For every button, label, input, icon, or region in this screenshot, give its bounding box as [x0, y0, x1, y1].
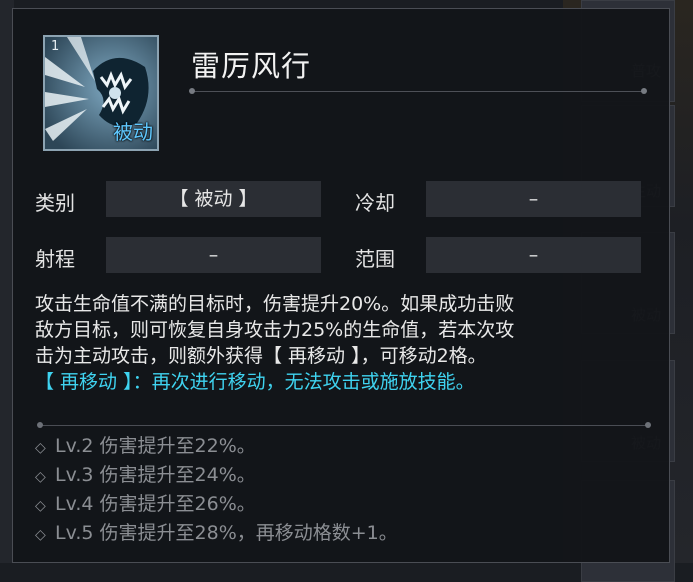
level-upgrade-row: ◇ Lv.3 伤害提升至24%。 — [35, 462, 398, 491]
level-upgrade-text: Lv.5 伤害提升至28%，再移动格数+1。 — [55, 522, 398, 544]
level-upgrade-text: Lv.2 伤害提升至22%。 — [55, 435, 256, 457]
divider-dot — [189, 88, 195, 94]
divider-dot — [645, 422, 651, 428]
title-divider — [191, 91, 646, 92]
level-upgrade-row: ◇ Lv.4 伤害提升至26%。 — [35, 491, 398, 520]
cooldown-value: – — [426, 181, 641, 217]
level-upgrade-text: Lv.4 伤害提升至26%。 — [55, 493, 256, 515]
area-value: – — [426, 237, 641, 273]
level-upgrades: ◇ Lv.2 伤害提升至22%。 ◇ Lv.3 伤害提升至24%。 ◇ Lv.4 伤害… — [35, 433, 398, 549]
section-divider — [41, 425, 649, 426]
skill-icon: 1 被动 — [43, 35, 159, 151]
range-value: – — [106, 237, 321, 273]
category-label: 类别 — [35, 191, 75, 215]
skill-title: 雷厉风行 — [191, 49, 312, 83]
diamond-bullet-icon: ◇ — [35, 527, 46, 543]
divider-dot — [37, 422, 43, 428]
area-label: 范围 — [355, 247, 395, 271]
skill-tooltip-panel: 1 被动 雷厉风行 类别 【 被动 】 冷却 – 射程 – 范围 – 攻击生命值… — [12, 8, 670, 563]
cooldown-label: 冷却 — [355, 191, 395, 215]
passive-tag: 被动 — [113, 120, 153, 144]
skill-description: 攻击生命值不满的目标时，伤害提升20%。如果成功击败 敌方目标，则可恢复自身攻击… — [35, 291, 655, 395]
divider-dot — [641, 88, 647, 94]
description-line: 击为主动攻击，则额外获得【 再移动 】，可移动2格。 — [35, 345, 487, 367]
level-upgrade-text: Lv.3 伤害提升至24%。 — [55, 464, 256, 486]
range-label: 射程 — [35, 247, 75, 271]
description-line: 敌方目标，则可恢复自身攻击力25%的生命值，若本次攻 — [35, 319, 515, 341]
diamond-bullet-icon: ◇ — [35, 498, 46, 514]
level-upgrade-row: ◇ Lv.5 伤害提升至28%，再移动格数+1。 — [35, 520, 398, 549]
icon-level-number: 1 — [51, 39, 60, 54]
category-value: 【 被动 】 — [106, 181, 321, 217]
diamond-bullet-icon: ◇ — [35, 440, 46, 456]
diamond-bullet-icon: ◇ — [35, 469, 46, 485]
keyword-explanation: 【 再移动 】：再次进行移动，无法攻击或施放技能。 — [35, 371, 475, 393]
description-line: 攻击生命值不满的目标时，伤害提升20%。如果成功击败 — [35, 293, 515, 315]
level-upgrade-row: ◇ Lv.2 伤害提升至22%。 — [35, 433, 398, 462]
